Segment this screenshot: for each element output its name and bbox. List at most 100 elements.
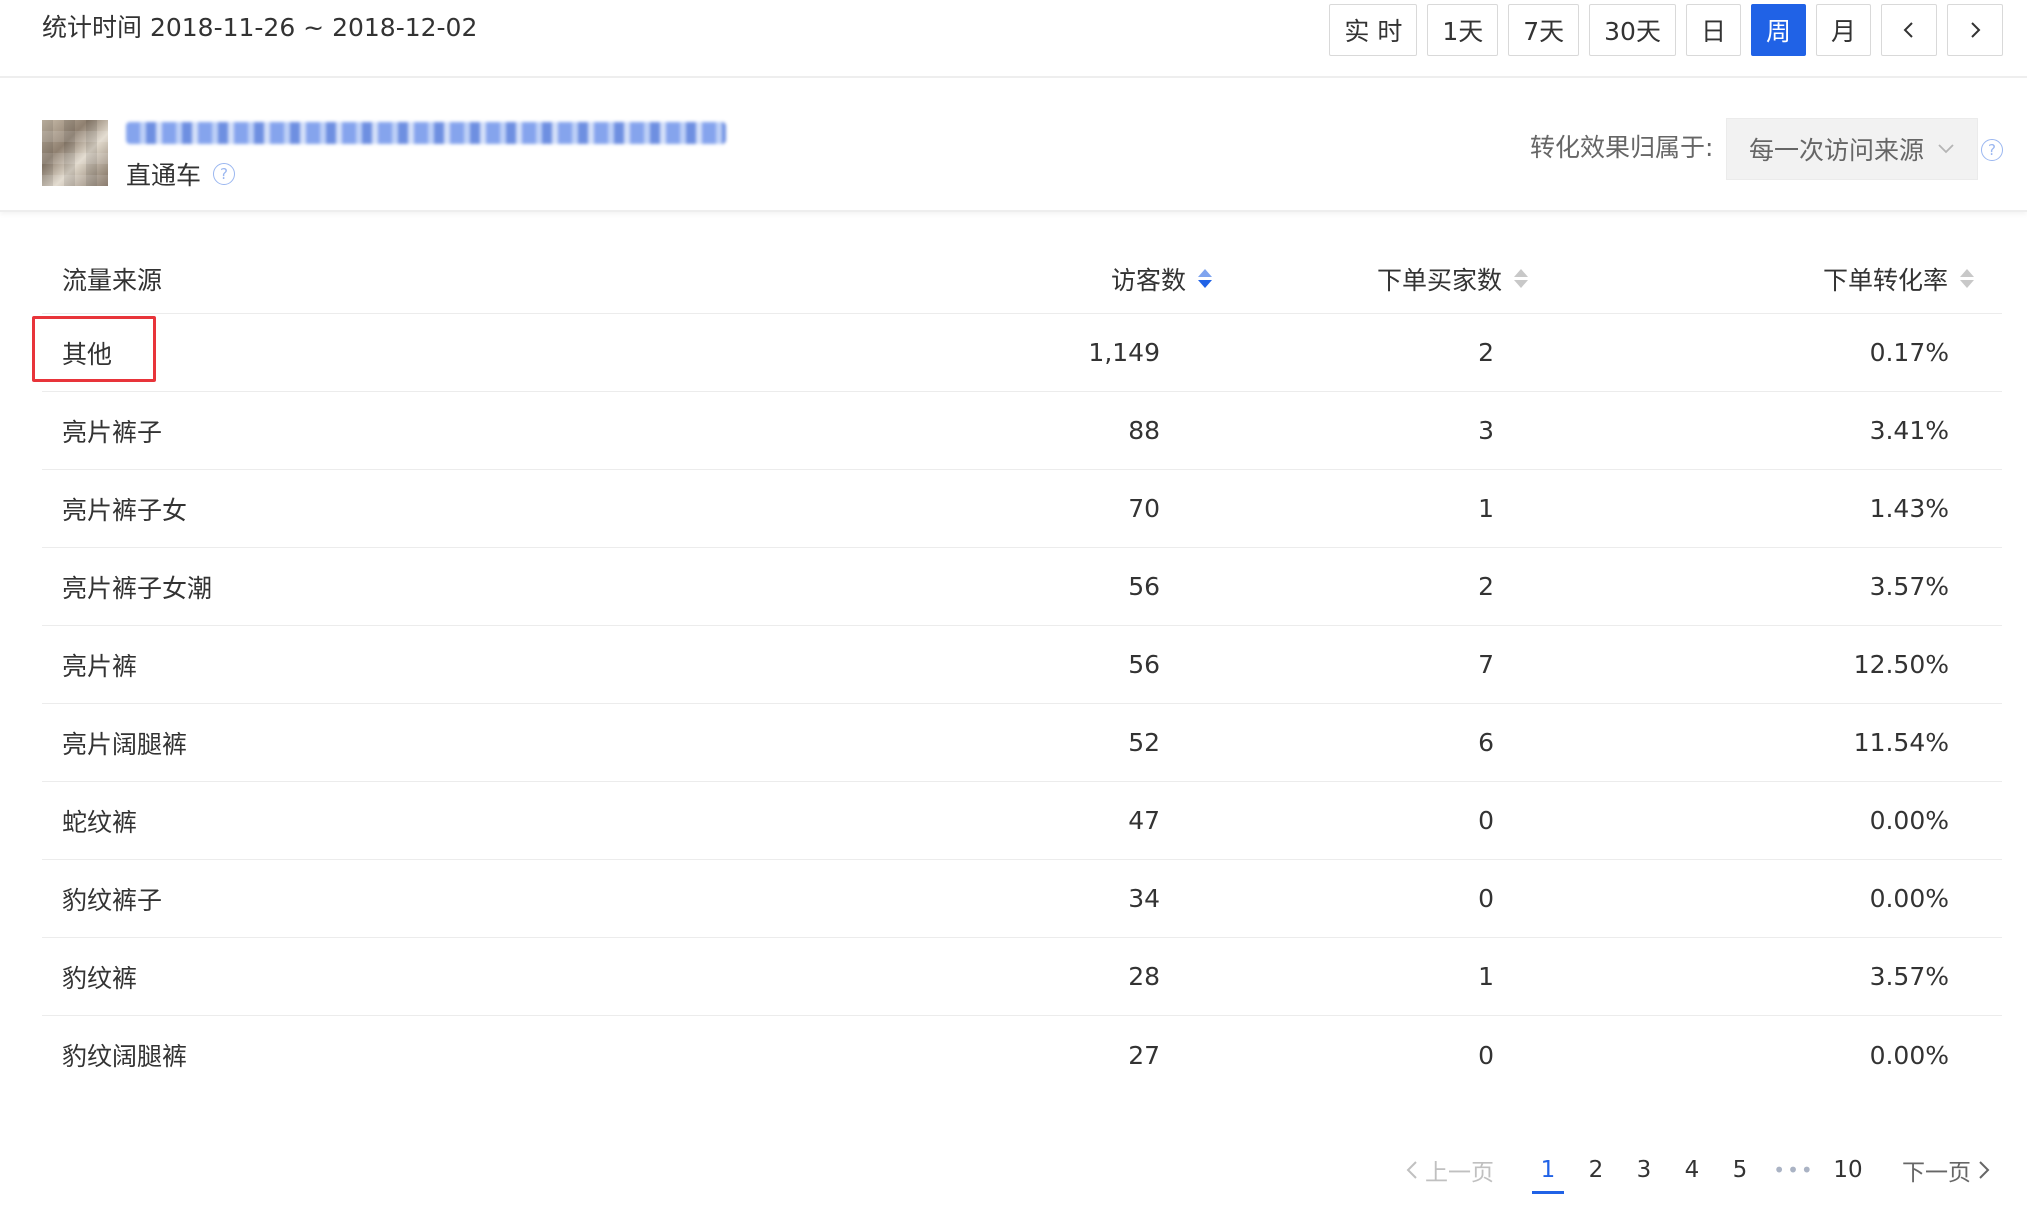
page-2-button[interactable]: 2 <box>1572 1150 1620 1190</box>
chevron-right-icon <box>1979 1161 1990 1179</box>
cell-buyers: 1 <box>1478 962 1494 991</box>
prev-page-label: 上一页 <box>1425 1160 1494 1186</box>
table-row: 其他 1,149 2 0.17% <box>32 314 2002 392</box>
cell-visitors: 28 <box>1128 962 1160 991</box>
cell-visitors: 56 <box>1128 650 1160 679</box>
col-header-visitors[interactable]: 访客数 <box>1111 244 1212 313</box>
cell-source: 豹纹裤 <box>62 963 138 993</box>
cell-buyers: 1 <box>1478 494 1494 523</box>
attribution-select[interactable]: 每一次访问来源 <box>1726 118 1978 180</box>
help-icon[interactable]: ? <box>1981 139 2003 161</box>
item-info-bar: 直通车 ? 转化效果归属于: 每一次访问来源 ? <box>0 80 2027 212</box>
time-btn-week[interactable]: 周 <box>1750 4 1806 56</box>
help-icon[interactable]: ? <box>213 163 236 185</box>
time-btn-1day[interactable]: 1天 <box>1427 4 1499 56</box>
cell-source: 亮片裤子女 <box>62 495 188 525</box>
page-10-button[interactable]: 10 <box>1824 1150 1872 1190</box>
cell-rate: 12.50% <box>1853 650 1949 679</box>
cell-rate: 3.57% <box>1869 962 1949 991</box>
table-row: 豹纹阔腿裤 27 0 0.00% <box>42 1016 2002 1094</box>
col-header-rate-label: 下单转化率 <box>1822 265 1948 295</box>
chevron-down-icon <box>1938 144 1954 154</box>
table-row: 亮片裤 56 7 12.50% <box>42 626 2002 704</box>
page-ellipsis[interactable]: ••• <box>1764 1158 1824 1182</box>
col-header-buyers[interactable]: 下单买家数 <box>1377 244 1528 313</box>
cell-visitors: 70 <box>1128 494 1160 523</box>
cell-visitors: 47 <box>1128 806 1160 835</box>
col-header-buyers-label: 下单买家数 <box>1376 265 1502 295</box>
top-bar: 统计时间 2018-11-26 ~ 2018-12-02 实 时 1天 7天 3… <box>0 0 2027 78</box>
pagination: 上一页 1 2 3 4 5 ••• 10 下一页 <box>1405 1150 1991 1194</box>
next-page-label: 下一页 <box>1902 1160 1971 1186</box>
cell-visitors: 56 <box>1128 572 1160 601</box>
cell-rate: 1.43% <box>1869 494 1949 523</box>
table-row: 亮片阔腿裤 52 6 11.54% <box>42 704 2002 782</box>
cell-visitors: 1,149 <box>1088 338 1160 367</box>
cell-rate: 11.54% <box>1853 728 1949 757</box>
cell-source: 亮片裤 <box>62 651 138 681</box>
time-btn-day[interactable]: 日 <box>1685 4 1741 56</box>
sort-icon[interactable] <box>1198 269 1212 288</box>
traffic-source-table: 流量来源 访客数 下单买家数 下单转化率 其他 1,149 2 0.17% 亮片… <box>32 244 2002 1094</box>
time-btn-7day[interactable]: 7天 <box>1508 4 1580 56</box>
cell-buyers: 2 <box>1478 572 1494 601</box>
cell-rate: 0.00% <box>1869 884 1949 913</box>
chevron-right-icon <box>1971 22 1981 38</box>
cell-rate: 3.57% <box>1869 572 1949 601</box>
page-5-button[interactable]: 5 <box>1716 1150 1764 1190</box>
table-row: 豹纹裤子 34 0 0.00% <box>42 860 2002 938</box>
cell-source: 豹纹阔腿裤 <box>62 1042 188 1071</box>
cell-buyers: 0 <box>1478 806 1494 835</box>
chevron-left-icon <box>1406 1161 1417 1179</box>
cell-rate: 0.17% <box>1869 338 1949 367</box>
page-4-button[interactable]: 4 <box>1668 1150 1716 1190</box>
cell-buyers: 3 <box>1478 416 1494 445</box>
next-page-button[interactable]: 下一页 <box>1902 1153 1991 1187</box>
time-btn-30day[interactable]: 30天 <box>1589 4 1676 56</box>
product-thumbnail[interactable] <box>42 120 108 186</box>
cell-visitors: 27 <box>1128 1040 1160 1070</box>
col-header-visitors-label: 访客数 <box>1110 265 1186 295</box>
channel-label: 直通车 <box>126 161 202 190</box>
sort-icon[interactable] <box>1960 269 1974 288</box>
cell-source: 亮片阔腿裤 <box>62 729 188 759</box>
prev-period-button[interactable] <box>1881 4 1937 56</box>
prev-page-button[interactable]: 上一页 <box>1405 1153 1494 1187</box>
cell-buyers: 2 <box>1478 338 1494 367</box>
table-row: 豹纹裤 28 1 3.57% <box>42 938 2002 1016</box>
time-btn-month[interactable]: 月 <box>1815 4 1871 56</box>
col-header-rate[interactable]: 下单转化率 <box>1823 244 1974 313</box>
time-btn-realtime[interactable]: 实 时 <box>1329 4 1418 56</box>
attribution-select-value: 每一次访问来源 <box>1749 136 1925 165</box>
table-row: 亮片裤子女 70 1 1.43% <box>42 470 2002 548</box>
cell-source: 其他 <box>62 339 113 369</box>
cell-source: 亮片裤子 <box>62 417 163 447</box>
time-range-group: 实 时 1天 7天 30天 日 周 月 <box>1329 4 2003 56</box>
cell-rate: 3.41% <box>1869 416 1949 445</box>
table-header: 流量来源 访客数 下单买家数 下单转化率 <box>42 244 2002 314</box>
cell-buyers: 6 <box>1478 728 1494 757</box>
table-row: 亮片裤子 88 3 3.41% <box>42 392 2002 470</box>
page-1-button[interactable]: 1 <box>1524 1150 1572 1194</box>
cell-rate: 0.00% <box>1869 1040 1949 1070</box>
attribution-label: 转化效果归属于: <box>1530 133 1714 162</box>
stat-time: 统计时间 2018-11-26 ~ 2018-12-02 <box>42 13 478 42</box>
cell-visitors: 34 <box>1128 884 1160 913</box>
cell-visitors: 88 <box>1128 416 1160 445</box>
cell-buyers: 7 <box>1478 650 1494 679</box>
cell-buyers: 0 <box>1478 1040 1494 1070</box>
sort-icon[interactable] <box>1514 269 1528 288</box>
cell-rate: 0.00% <box>1869 806 1949 835</box>
cell-source: 亮片裤子女潮 <box>62 573 213 603</box>
next-period-button[interactable] <box>1947 4 2003 56</box>
page-3-button[interactable]: 3 <box>1620 1150 1668 1190</box>
table-row: 亮片裤子女潮 56 2 3.57% <box>42 548 2002 626</box>
cell-source: 蛇纹裤 <box>62 807 138 837</box>
cell-visitors: 52 <box>1128 728 1160 757</box>
channel-label-row: 直通车 ? <box>126 156 236 192</box>
chevron-left-icon <box>1903 22 1913 38</box>
table-row: 蛇纹裤 47 0 0.00% <box>42 782 2002 860</box>
cell-source: 豹纹裤子 <box>62 885 163 915</box>
col-header-source: 流量来源 <box>62 265 163 295</box>
product-title-blurred[interactable] <box>126 122 726 144</box>
